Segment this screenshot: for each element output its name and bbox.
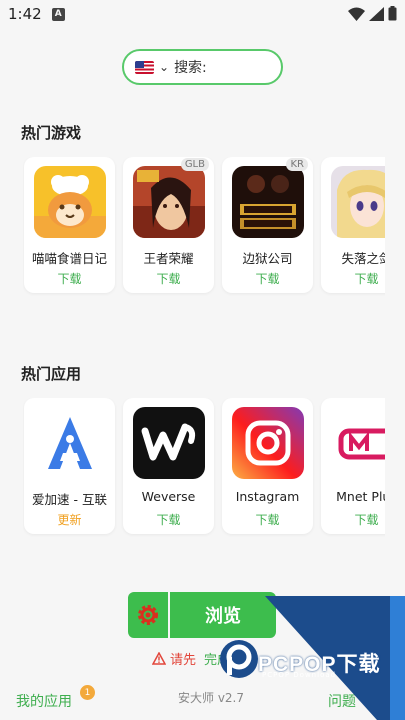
update-button[interactable]: 更新 <box>24 511 115 528</box>
app-name: Instagram <box>235 489 300 504</box>
my-apps-button[interactable]: 我的应用 <box>16 691 72 711</box>
hot-games-row[interactable]: 喵喵食谱日记 下载 GLB 王者荣耀 下载 KR 边狱公司 下载 失落之 下载 <box>23 157 385 297</box>
download-button[interactable]: 下载 <box>123 270 214 287</box>
game-card[interactable]: 失落之剑 下载 <box>321 157 385 293</box>
us-flag-icon[interactable] <box>135 60 154 74</box>
warning-icon <box>152 652 166 665</box>
help-button[interactable]: 问题 <box>328 691 356 711</box>
app-card[interactable]: Mnet Plus 下载 <box>321 398 385 534</box>
download-button[interactable]: 下载 <box>321 511 385 528</box>
watermark-sub: PCPOP Download <box>262 671 337 679</box>
game-card[interactable]: GLB 王者荣耀 下载 <box>123 157 214 293</box>
region-badge: KR <box>286 158 308 171</box>
version-label: 安大师 v2.7 <box>178 691 245 705</box>
app-card[interactable]: 爱加速 - 互联 更新 <box>24 398 115 534</box>
meow-recipe-app-icon <box>34 166 106 238</box>
mnet-plus-app-icon <box>331 407 385 479</box>
download-button[interactable]: 下载 <box>321 270 385 287</box>
search-placeholder: 搜索: <box>174 60 207 76</box>
app-name: 喵喵食谱日记 <box>31 251 107 266</box>
hot-apps-row[interactable]: 爱加速 - 互联 更新 Weverse 下载 Instagram 下载 Mnet… <box>23 398 385 538</box>
notification-a-icon: A <box>51 7 65 21</box>
app-name: 爱加速 - 互联 <box>32 492 107 507</box>
limbus-company-app-icon <box>232 166 304 238</box>
app-name: Mnet Plus <box>336 489 385 504</box>
status-bar: 1:42 A <box>0 0 405 28</box>
hot-games-title: 热门游戏 <box>21 124 82 142</box>
app-card[interactable]: Instagram 下载 <box>222 398 313 534</box>
app-name: 失落之剑 <box>341 251 385 266</box>
app-name: 边狱公司 <box>242 251 293 266</box>
download-button[interactable]: 下载 <box>123 511 214 528</box>
weverse-app-icon <box>133 407 205 479</box>
region-badge: GLB <box>180 158 209 171</box>
lost-sword-app-icon <box>331 166 385 238</box>
my-apps-badge: 1 <box>80 685 95 700</box>
app-name: 王者荣耀 <box>143 251 194 266</box>
hot-apps-title: 热门应用 <box>21 365 82 383</box>
honor-of-kings-app-icon <box>133 166 205 238</box>
settings-button[interactable] <box>128 592 168 638</box>
download-button[interactable]: 下载 <box>24 270 115 287</box>
download-button[interactable]: 下载 <box>222 270 313 287</box>
signal-icon <box>369 6 384 21</box>
wifi-icon <box>348 7 365 21</box>
app-card[interactable]: Weverse 下载 <box>123 398 214 534</box>
app-name: Weverse <box>141 489 196 504</box>
battery-icon <box>388 6 397 21</box>
pcpop-logo-icon <box>220 640 258 678</box>
search-box[interactable]: ⌄ 搜索: <box>122 49 283 85</box>
status-time: 1:42 <box>8 5 42 23</box>
watermark-stripe <box>390 596 405 720</box>
game-card[interactable]: 喵喵食谱日记 下载 <box>24 157 115 293</box>
game-card[interactable]: KR 边狱公司 下载 <box>222 157 313 293</box>
accelerator-app-icon <box>34 407 106 479</box>
browse-button[interactable]: 浏览 <box>170 592 276 638</box>
download-button[interactable]: 下载 <box>222 511 313 528</box>
gear-icon <box>138 605 158 625</box>
notice-text: 请先 <box>170 653 197 668</box>
browse-button-group[interactable]: 浏览 <box>128 592 276 638</box>
instagram-app-icon <box>232 407 304 479</box>
chevron-down-icon[interactable]: ⌄ <box>159 60 169 74</box>
